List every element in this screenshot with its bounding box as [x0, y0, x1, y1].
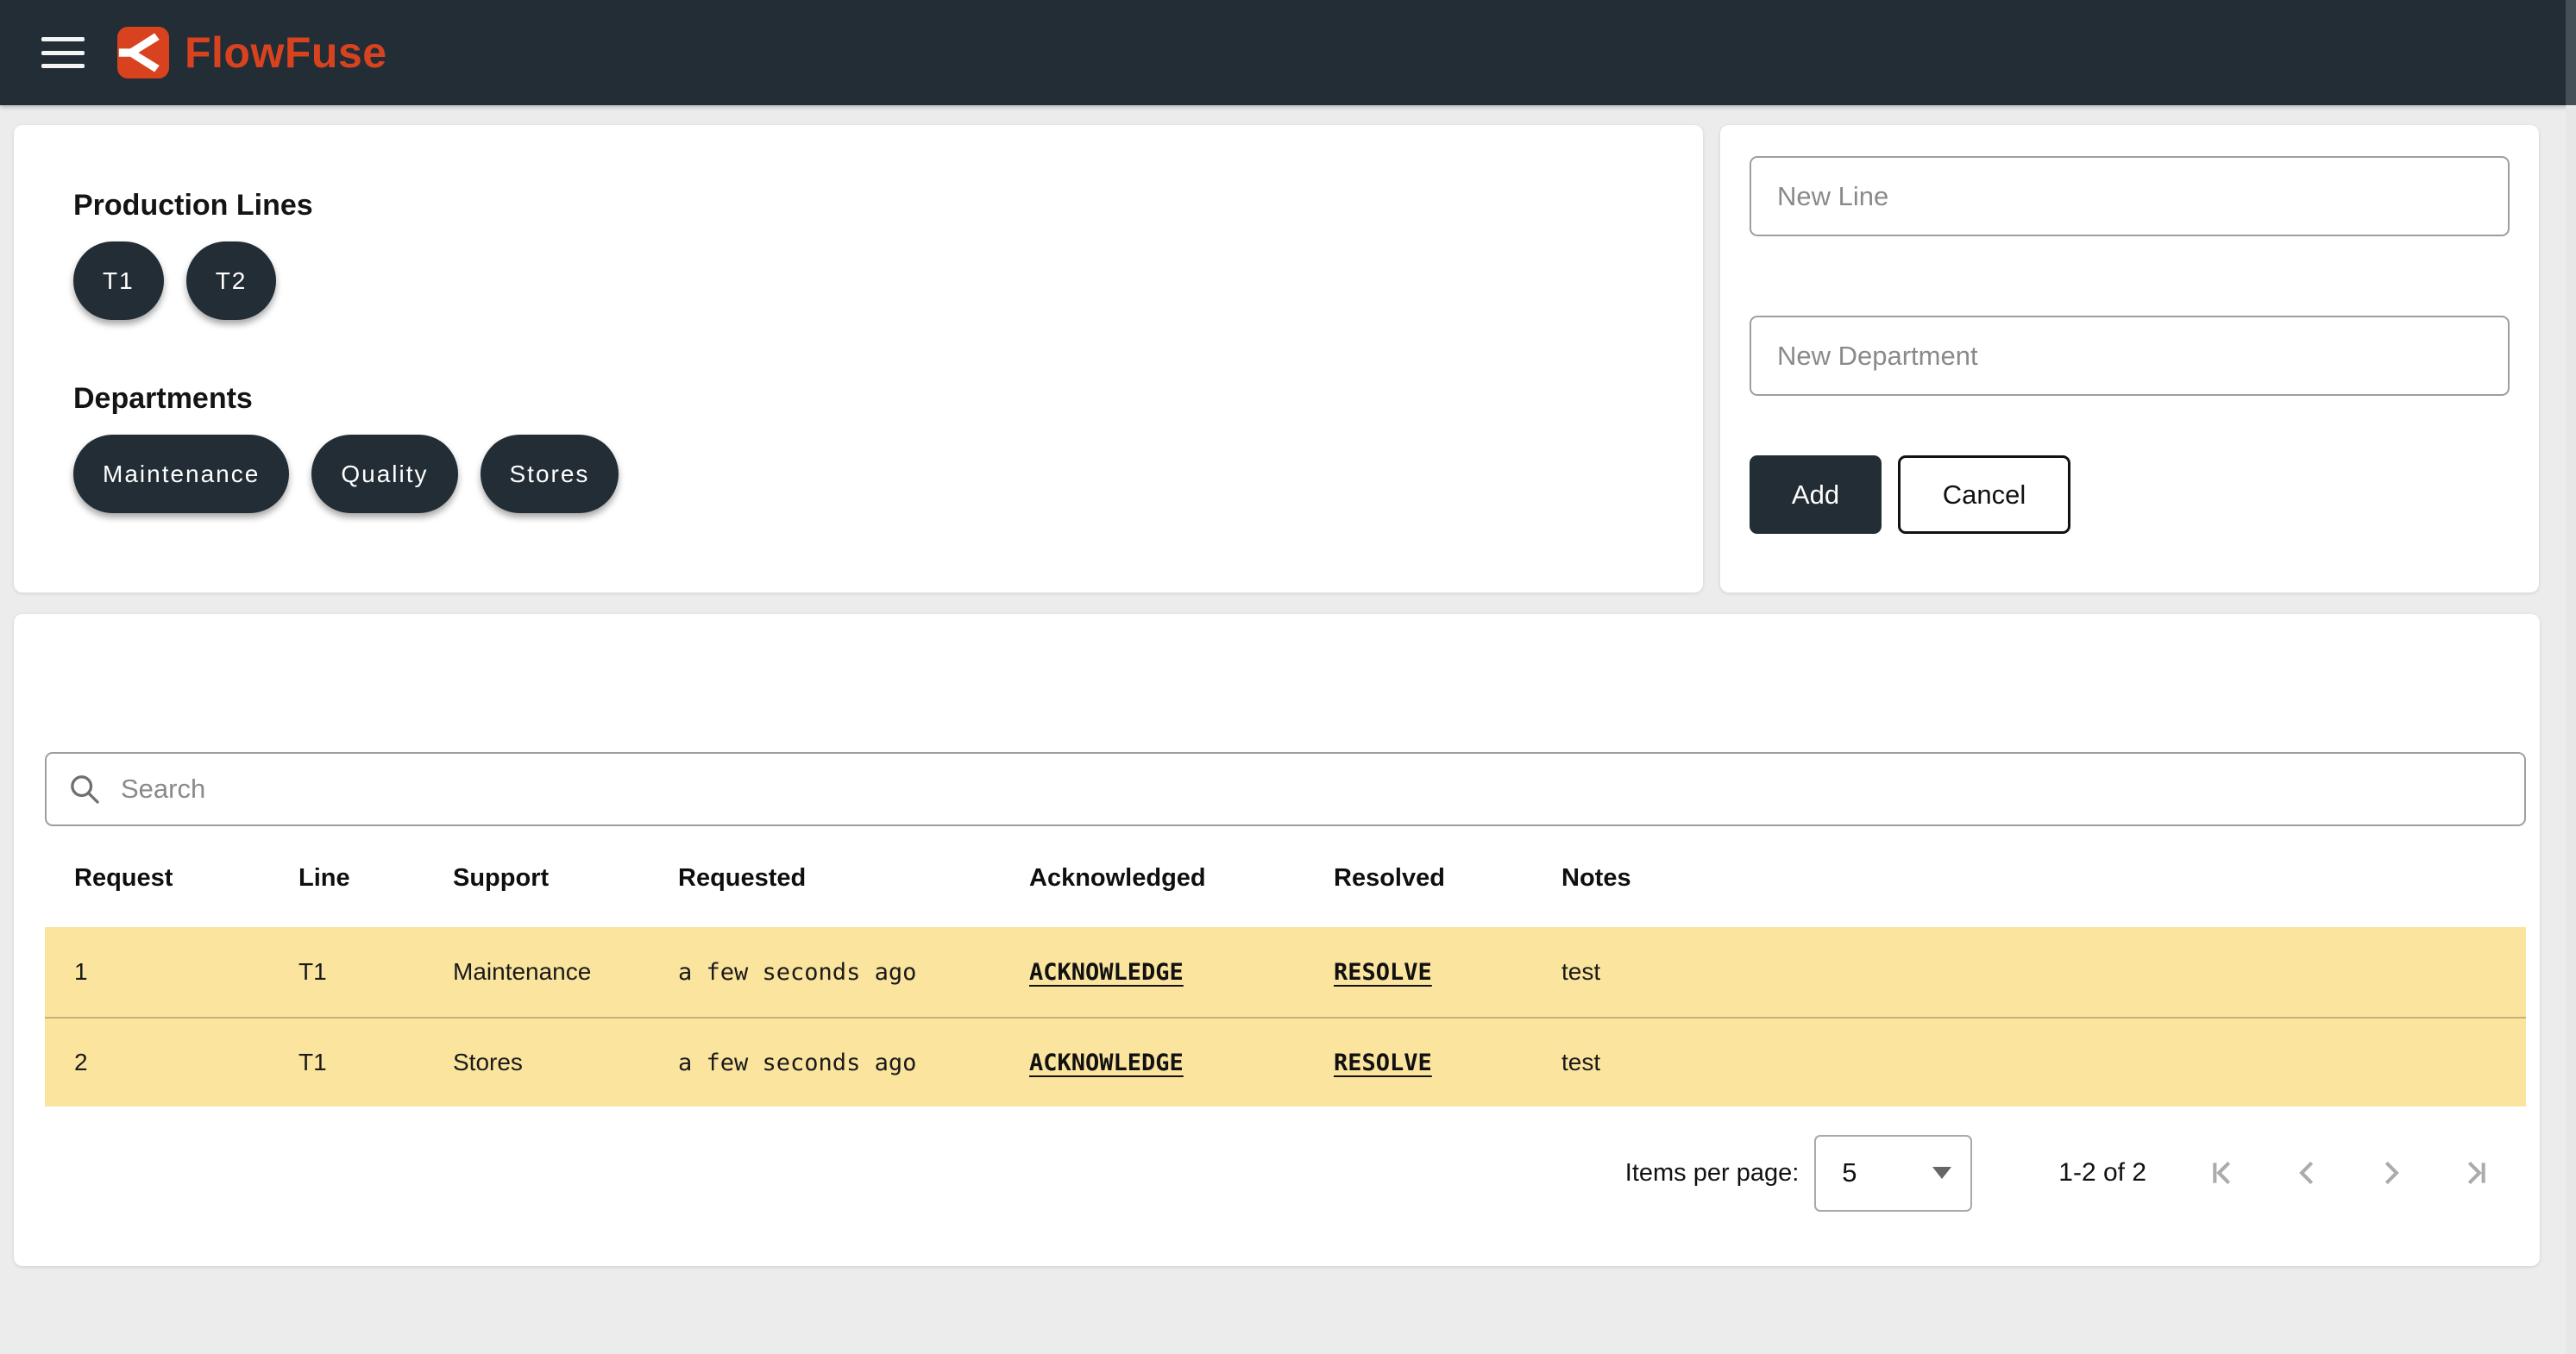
items-per-page-select[interactable]: 5 [1814, 1135, 1972, 1212]
pagination-controls [2207, 1155, 2491, 1191]
navbar: FlowFuse [0, 0, 2576, 105]
departments-pill-row: Maintenance Quality Stores [73, 435, 1703, 513]
first-page-icon [2207, 1155, 2243, 1191]
add-form-card: Add Cancel [1720, 125, 2539, 592]
production-lines-pill-row: T1 T2 [73, 241, 1703, 320]
cell-request: 2 [74, 1049, 298, 1076]
brand: FlowFuse [117, 27, 387, 78]
column-header-request: Request [74, 864, 298, 893]
acknowledge-link[interactable]: ACKNOWLEDGE [1029, 959, 1184, 986]
line-pill-t2[interactable]: T2 [186, 241, 277, 320]
cell-support: Maintenance [453, 958, 678, 986]
resolve-link[interactable]: RESOLVE [1334, 959, 1432, 986]
hamburger-icon [41, 37, 85, 41]
column-header-requested: Requested [678, 864, 1029, 893]
flowfuse-logo-icon [117, 27, 169, 78]
department-pill-quality[interactable]: Quality [311, 435, 457, 513]
chevron-right-icon [2372, 1155, 2409, 1191]
pagination-bar: Items per page: 5 1-2 of 2 [1625, 1134, 2491, 1212]
first-page-button[interactable] [2207, 1155, 2243, 1191]
resolve-link[interactable]: RESOLVE [1334, 1050, 1432, 1076]
cell-request: 1 [74, 958, 298, 986]
items-per-page-label: Items per page: [1625, 1159, 1800, 1188]
previous-page-button[interactable] [2290, 1155, 2326, 1191]
search-input[interactable] [121, 774, 2504, 805]
column-header-notes: Notes [1561, 864, 2526, 893]
table-row: 1 T1 Maintenance a few seconds ago ACKNO… [45, 927, 2526, 1017]
column-header-line: Line [298, 864, 453, 893]
table-row: 2 T1 Stores a few seconds ago ACKNOWLEDG… [45, 1017, 2526, 1106]
new-department-input[interactable] [1750, 316, 2510, 396]
chevron-down-icon [1932, 1167, 1951, 1179]
last-page-button[interactable] [2455, 1155, 2491, 1191]
search-icon [67, 772, 102, 806]
department-pill-maintenance[interactable]: Maintenance [73, 435, 289, 513]
cancel-button[interactable]: Cancel [1898, 455, 2070, 534]
new-line-input[interactable] [1750, 156, 2510, 236]
items-per-page-value: 5 [1842, 1157, 1857, 1188]
scrollbar-track[interactable] [2566, 105, 2576, 1354]
column-header-resolved: Resolved [1334, 864, 1561, 893]
next-page-button[interactable] [2372, 1155, 2409, 1191]
cell-requested: a few seconds ago [678, 1050, 1029, 1076]
line-pill-t1[interactable]: T1 [73, 241, 164, 320]
pagination-range: 1-2 of 2 [2058, 1158, 2146, 1188]
menu-button[interactable] [41, 34, 88, 72]
department-pill-stores[interactable]: Stores [481, 435, 619, 513]
chevron-left-icon [2290, 1155, 2326, 1191]
cell-line: T1 [298, 958, 453, 986]
table-header-row: Request Line Support Requested Acknowled… [45, 852, 2526, 904]
last-page-icon [2455, 1155, 2491, 1191]
cell-requested: a few seconds ago [678, 959, 1029, 986]
lines-departments-card: Production Lines T1 T2 Departments Maint… [14, 125, 1703, 592]
add-button[interactable]: Add [1750, 455, 1882, 534]
column-header-acknowledged: Acknowledged [1029, 864, 1334, 893]
cell-notes: test [1561, 1049, 2526, 1076]
requests-card: Request Line Support Requested Acknowled… [14, 614, 2540, 1266]
cell-support: Stores [453, 1049, 678, 1076]
column-header-support: Support [453, 864, 678, 893]
production-lines-title: Production Lines [73, 189, 1703, 223]
table-body: 1 T1 Maintenance a few seconds ago ACKNO… [45, 927, 2526, 1106]
cell-notes: test [1561, 958, 2526, 986]
brand-name: FlowFuse [185, 28, 387, 78]
acknowledge-link[interactable]: ACKNOWLEDGE [1029, 1050, 1184, 1076]
departments-title: Departments [73, 382, 1703, 416]
cell-line: T1 [298, 1049, 453, 1076]
search-bar [45, 752, 2526, 826]
scrollbar-thumb[interactable] [2566, 0, 2576, 105]
form-buttons: Add Cancel [1750, 455, 2510, 534]
